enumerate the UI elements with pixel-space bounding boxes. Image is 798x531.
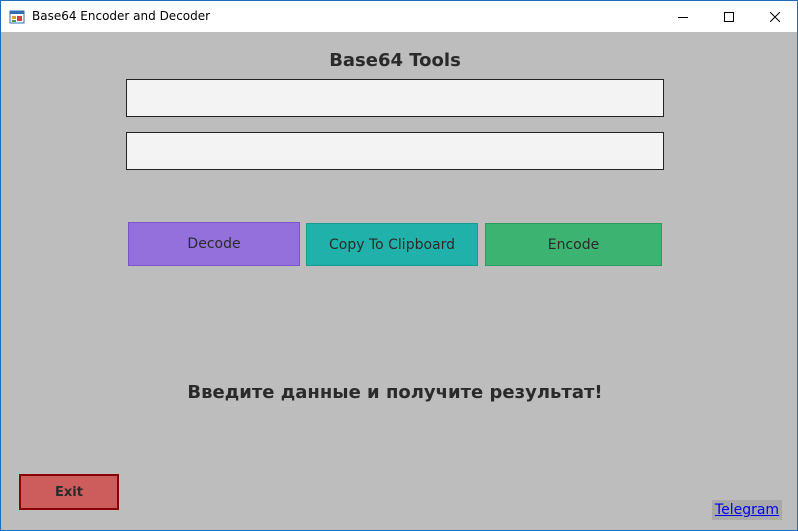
minimize-button[interactable] bbox=[660, 1, 706, 32]
window-title: Base64 Encoder and Decoder bbox=[32, 9, 211, 23]
maximize-button[interactable] bbox=[706, 1, 752, 32]
output-text-field[interactable] bbox=[126, 132, 664, 170]
copy-to-clipboard-button[interactable]: Copy To Clipboard bbox=[306, 223, 478, 266]
title-bar[interactable]: Base64 Encoder and Decoder bbox=[1, 1, 797, 32]
encode-button[interactable]: Encode bbox=[485, 223, 662, 266]
decode-button[interactable]: Decode bbox=[128, 222, 300, 266]
app-window: Base64 Encoder and Decoder Base64 Tools … bbox=[0, 0, 798, 531]
exit-button[interactable]: Exit bbox=[19, 474, 119, 510]
page-title: Base64 Tools bbox=[329, 50, 461, 71]
telegram-link[interactable]: Telegram bbox=[712, 500, 782, 520]
maximize-icon bbox=[724, 11, 734, 22]
app-window-icon bbox=[9, 9, 25, 25]
status-message: Введите данные и получите результат! bbox=[187, 382, 603, 403]
input-text-field[interactable] bbox=[126, 79, 664, 117]
minimize-icon bbox=[678, 12, 688, 22]
close-icon bbox=[770, 11, 780, 22]
close-button[interactable] bbox=[752, 1, 797, 32]
